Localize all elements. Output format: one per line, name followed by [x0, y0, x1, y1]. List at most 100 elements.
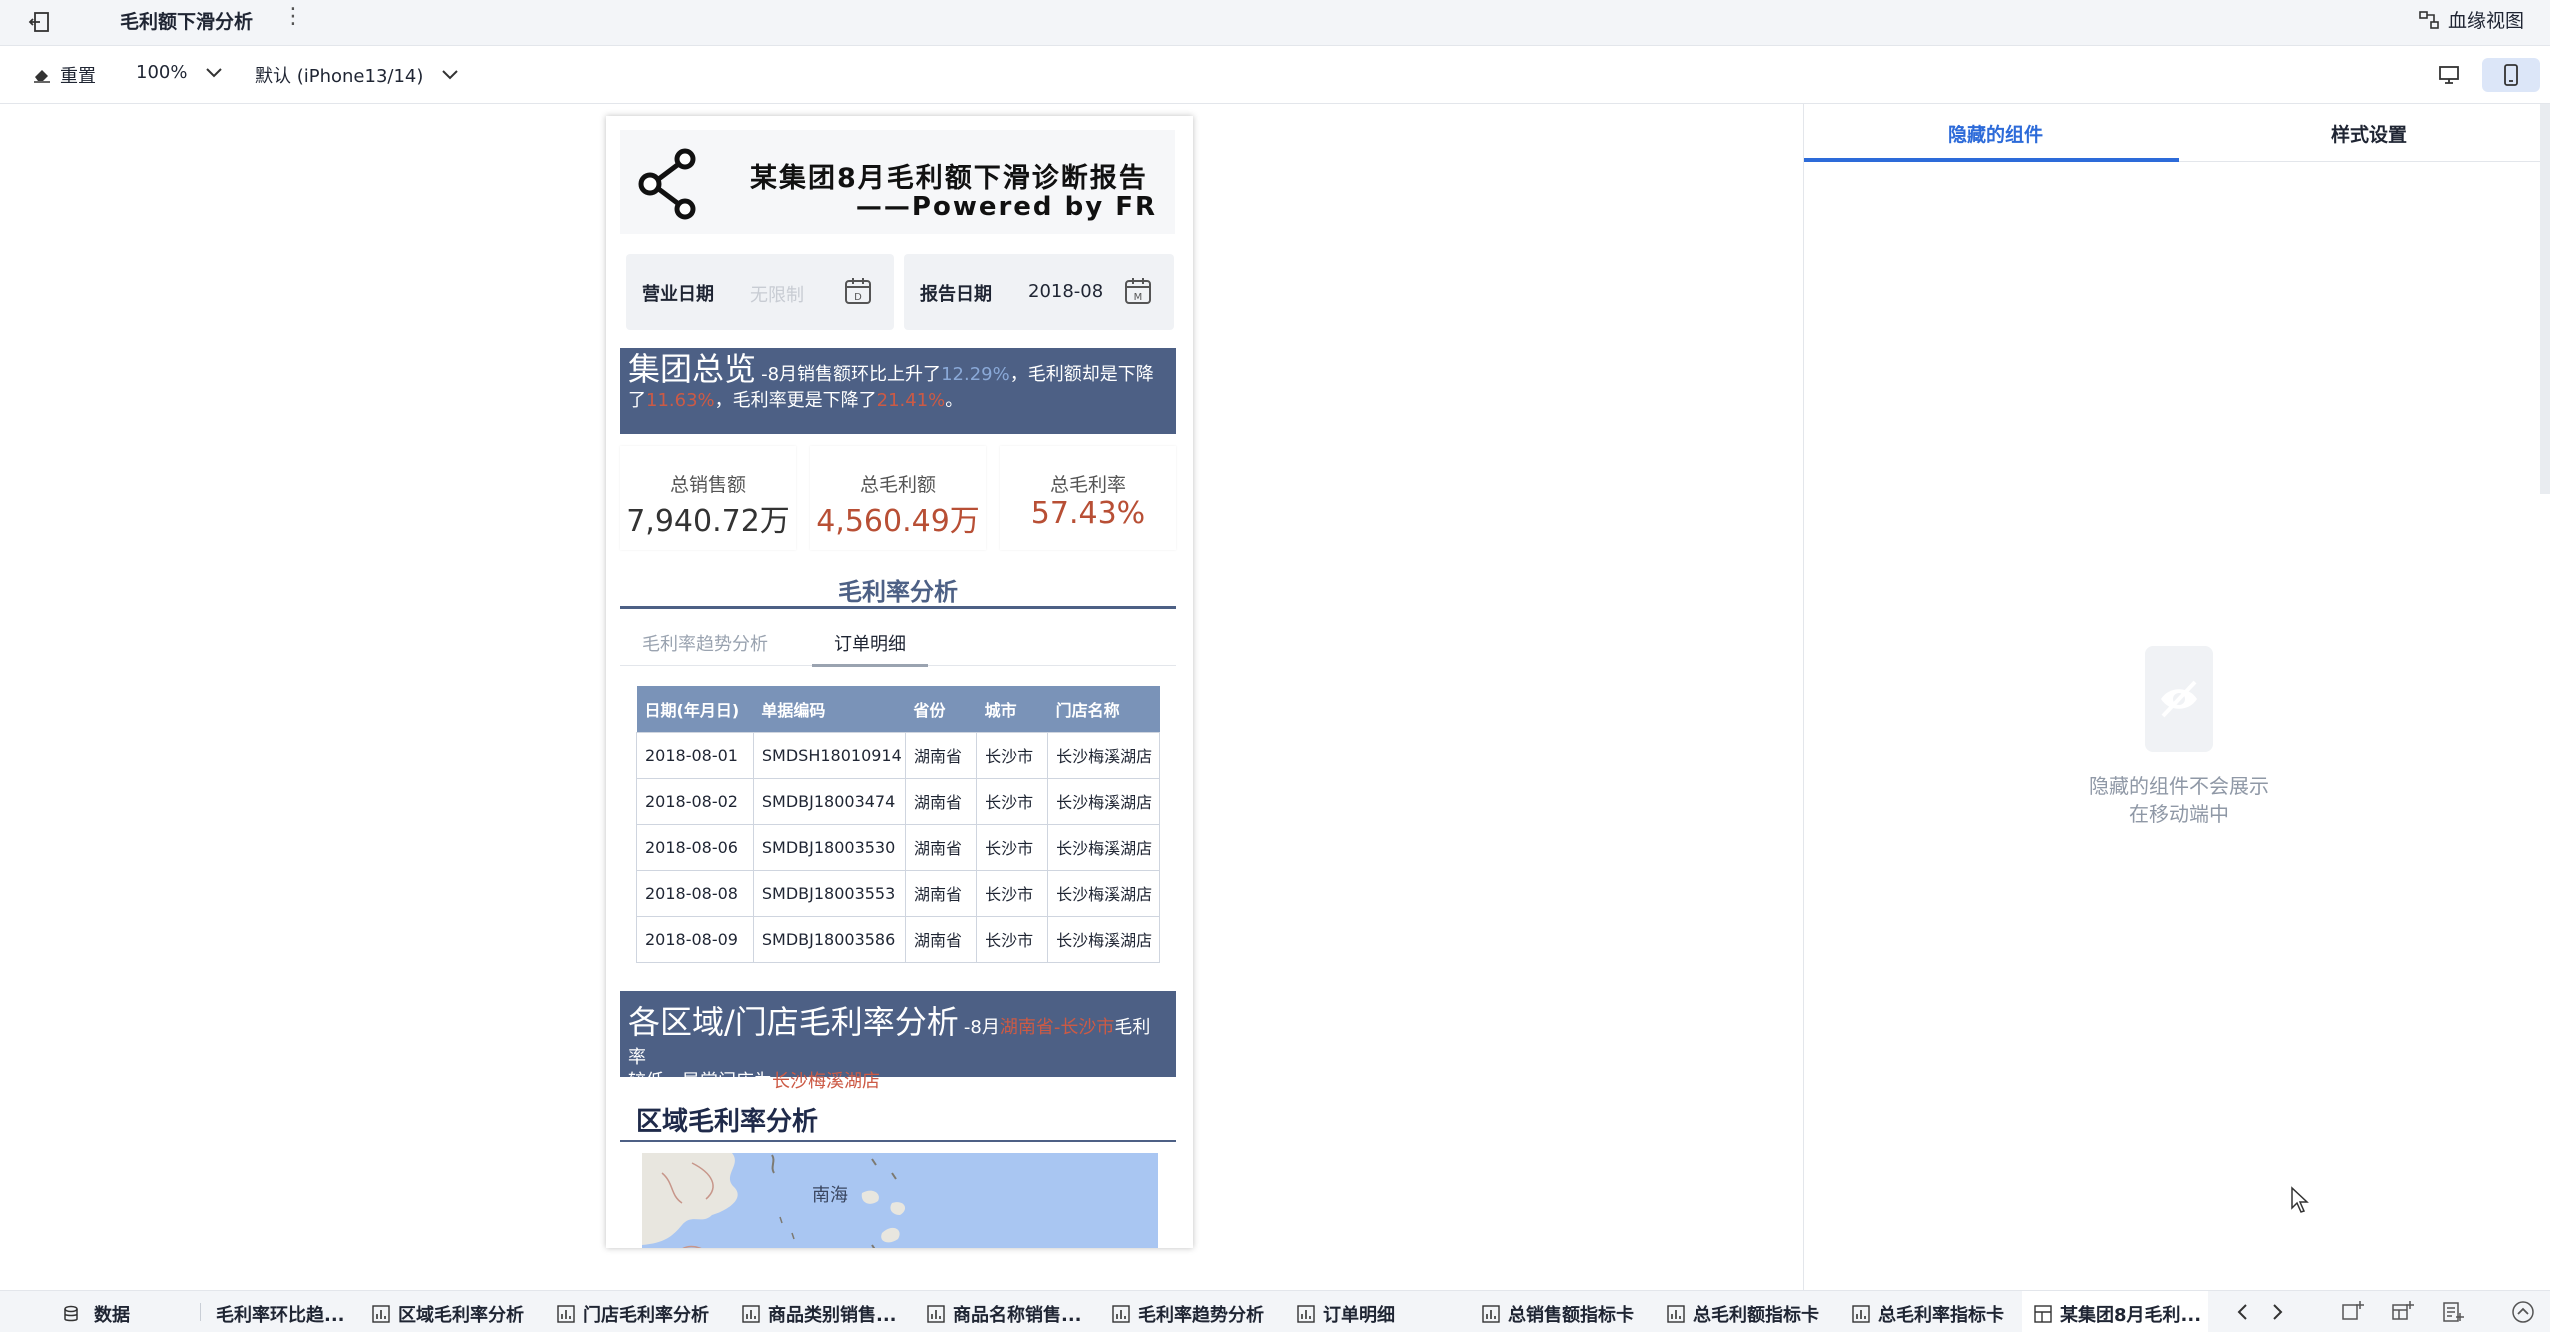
kpi-total-rate[interactable]: 总毛利率 57.43%	[1000, 446, 1176, 550]
col-header-code[interactable]: 单据编码	[753, 686, 906, 732]
tab-label: 商品名称销售...	[953, 1305, 1082, 1326]
zoom-select[interactable]: 100%	[136, 62, 223, 83]
section-divider	[620, 606, 1176, 609]
region-banner[interactable]: 各区域/门店毛利率分析 -8月湖南省-长沙市毛利率 较低，异常门店为长沙梅溪湖店	[620, 991, 1176, 1092]
calendar-month-icon[interactable]: M	[1124, 276, 1152, 306]
cell-province: 湖南省	[904, 869, 978, 917]
business-date-filter[interactable]: 营业日期 无限制 D	[626, 254, 894, 330]
kpi-value: 4,560.49万	[816, 504, 980, 539]
pc-view-button[interactable]	[2420, 58, 2478, 92]
active-tab-indicator	[1804, 158, 2179, 162]
tab-component[interactable]: 门店毛利率分析	[557, 1301, 709, 1327]
cell-code: SMDBJ18003553	[752, 869, 907, 917]
cell-date: 2018-08-01	[636, 731, 754, 779]
tab-style-settings[interactable]: 样式设置	[2331, 120, 2407, 147]
empty-hint-line1: 隐藏的组件不会展示	[2089, 774, 2269, 798]
tab-separator	[200, 1303, 201, 1321]
tab-component[interactable]: 总毛利额指标卡	[1667, 1301, 1819, 1327]
tab-hidden-components[interactable]: 隐藏的组件	[1948, 120, 2043, 147]
mobile-preview: 某集团8月毛利额下滑诊断报告 ——Powered by FR 营业日期 无限制 …	[606, 116, 1193, 1248]
kpi-label: 总销售额	[669, 474, 746, 496]
tab-data[interactable]: 数据	[62, 1301, 130, 1327]
mouse-cursor-icon	[2291, 1186, 2309, 1213]
business-date-input[interactable]: 无限制	[750, 281, 804, 307]
cell-code: SMDSH18010914	[752, 731, 907, 779]
overview-title: 集团总览	[628, 350, 757, 388]
device-select[interactable]: 默认 (iPhone13/14)	[255, 62, 459, 88]
region-map[interactable]: 南海	[642, 1153, 1158, 1248]
kpi-total-profit[interactable]: 总毛利额 4,560.49万	[810, 446, 986, 550]
overview-banner[interactable]: 集团总览 -8月销售额环比上升了12.29%，毛利额却是下降了11.63%，毛利…	[620, 348, 1176, 434]
chevron-down-icon	[206, 67, 223, 77]
col-header-store[interactable]: 门店名称	[1047, 686, 1160, 732]
cell-city: 长沙市	[976, 731, 1049, 779]
add-report-icon[interactable]	[2440, 1299, 2466, 1325]
tab-component[interactable]: 总销售额指标卡	[1482, 1301, 1634, 1327]
chart-icon	[1112, 1305, 1130, 1323]
lineage-view-button[interactable]: 血缘视图	[2418, 6, 2524, 33]
overview-text-d: 。	[945, 390, 964, 411]
tab-label: 门店毛利率分析	[583, 1305, 709, 1326]
cell-city: 长沙市	[976, 777, 1049, 825]
tab-order-detail[interactable]: 订单明细	[812, 630, 928, 667]
add-dashboard-icon[interactable]	[2390, 1299, 2416, 1325]
chart-icon	[1482, 1305, 1500, 1323]
report-date-filter[interactable]: 报告日期 2018-08 M	[904, 254, 1174, 330]
right-panel-scrollbar[interactable]	[2540, 104, 2550, 494]
cell-store: 长沙梅溪湖店	[1047, 869, 1160, 917]
tab-component[interactable]: 总毛利率指标卡	[1852, 1301, 2004, 1327]
more-menu-icon[interactable]: ⋮	[282, 4, 304, 29]
tab-component[interactable]: 区域毛利率分析	[372, 1301, 524, 1327]
add-component-icon[interactable]	[2340, 1299, 2366, 1325]
tab-dashboard-active[interactable]: 某集团8月毛利...	[2034, 1301, 2201, 1327]
chevron-right-icon[interactable]	[2264, 1299, 2290, 1325]
tab-component[interactable]: 毛利率趋势分析	[1112, 1301, 1264, 1327]
tab-label: 毛利率环比趋...	[216, 1305, 345, 1326]
tab-label: 毛利率趋势分析	[1138, 1305, 1264, 1326]
rate-drop-value: 21.41%	[876, 390, 946, 411]
profit-drop-value: 11.63%	[646, 390, 715, 411]
table-row[interactable]: 2018-08-02 SMDBJ18003474 湖南省 长沙市 长沙梅溪湖店	[636, 777, 1160, 825]
table-row[interactable]: 2018-08-06 SMDBJ18003530 湖南省 长沙市 长沙梅溪湖店	[636, 823, 1160, 871]
order-table-container[interactable]: 日期(年月日) 单据编码 省份 城市 门店名称 2018-08-01 SMDSH…	[636, 686, 1160, 976]
hidden-phone-icon	[2145, 646, 2213, 752]
tab-rate-trend[interactable]: 毛利率趋势分析	[642, 630, 768, 656]
tab-component[interactable]: 商品类别销售...	[742, 1301, 897, 1327]
table-row[interactable]: 2018-08-08 SMDBJ18003553 湖南省 长沙市 长沙梅溪湖店	[636, 869, 1160, 917]
tab-component[interactable]: 毛利率环比趋...	[216, 1301, 345, 1327]
report-date-input[interactable]: 2018-08	[1028, 281, 1103, 302]
store-value: 长沙梅溪湖店	[772, 1071, 880, 1092]
phone-icon	[2504, 64, 2518, 86]
mobile-view-button[interactable]	[2482, 58, 2540, 92]
col-header-date[interactable]: 日期(年月日)	[636, 686, 754, 732]
section-divider	[620, 1140, 1176, 1142]
table-row[interactable]: 2018-08-01 SMDSH18010914 湖南省 长沙市 长沙梅溪湖店	[636, 731, 1160, 779]
col-header-city[interactable]: 城市	[976, 686, 1048, 732]
tab-component[interactable]: 商品名称销售...	[927, 1301, 1082, 1327]
kpi-total-sales[interactable]: 总销售额 7,940.72万	[620, 446, 796, 550]
tab-label: 订单明细	[1323, 1305, 1395, 1326]
region-text-a: -8月	[963, 1017, 1000, 1038]
cell-city: 长沙市	[976, 823, 1049, 871]
chart-icon	[1297, 1305, 1315, 1323]
reset-button[interactable]: 重置	[32, 62, 96, 88]
chevron-left-icon[interactable]	[2230, 1299, 2256, 1325]
cell-city: 长沙市	[976, 869, 1049, 917]
tab-label: 商品类别销售...	[768, 1305, 897, 1326]
exit-icon[interactable]	[26, 7, 56, 37]
cell-province: 湖南省	[904, 777, 978, 825]
lineage-icon	[2419, 10, 2439, 29]
col-header-province[interactable]: 省份	[905, 686, 977, 732]
overview-text-a: -8月销售额环比上升了	[761, 364, 942, 385]
reset-label: 重置	[60, 66, 96, 87]
collapse-up-icon[interactable]	[2510, 1299, 2536, 1325]
kpi-label: 总毛利额	[859, 474, 936, 496]
tab-component[interactable]: 订单明细	[1297, 1301, 1395, 1327]
table-row[interactable]: 2018-08-09 SMDBJ18003586 湖南省 长沙市 长沙梅溪湖店	[636, 915, 1160, 963]
report-header[interactable]: 某集团8月毛利额下滑诊断报告 ——Powered by FR	[620, 130, 1175, 234]
report-date-label: 报告日期	[920, 284, 992, 305]
chart-icon	[742, 1305, 760, 1323]
cell-store: 长沙梅溪湖店	[1047, 731, 1160, 779]
svg-text:D: D	[854, 292, 862, 303]
calendar-day-icon[interactable]: D	[844, 276, 872, 306]
